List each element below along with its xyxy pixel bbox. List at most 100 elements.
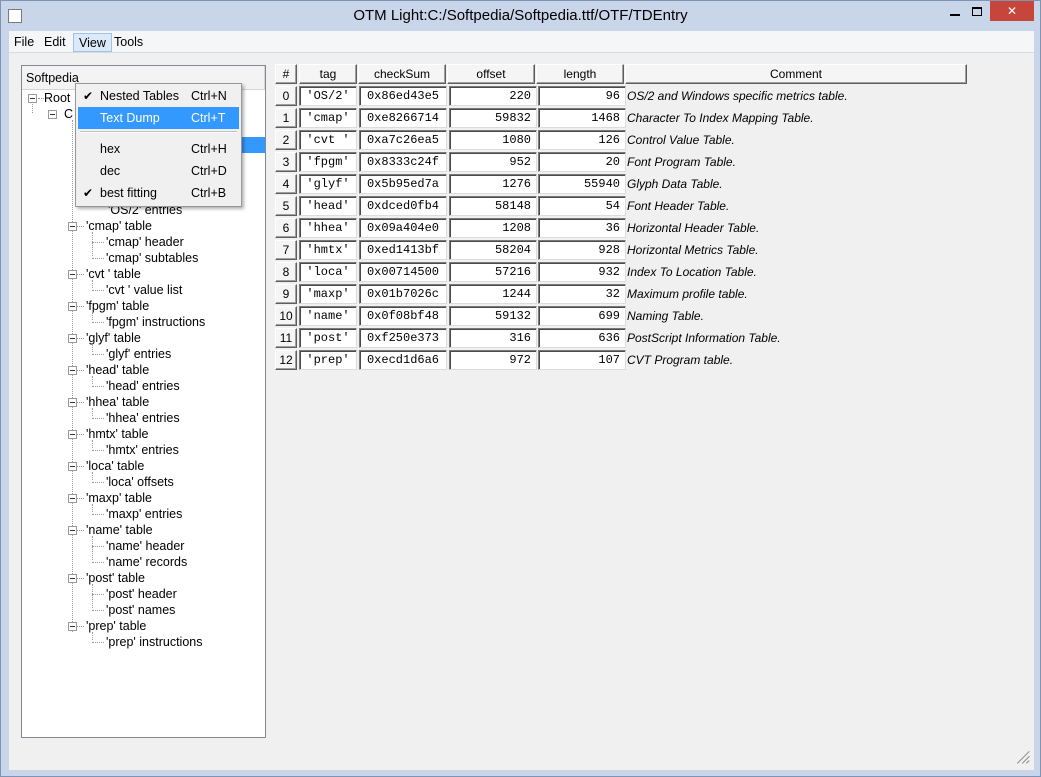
cell-length[interactable]: 932 (538, 262, 626, 282)
collapse-icon[interactable] (68, 302, 77, 311)
collapse-icon[interactable] (68, 398, 77, 407)
title-bar[interactable]: OTM Light:C:/Softpedia/Softpedia.ttf/OTF… (1, 1, 1040, 31)
cell-length[interactable]: 126 (538, 130, 626, 150)
tree-item-table[interactable]: 'maxp' table (86, 490, 152, 506)
cell-offset[interactable]: 972 (449, 350, 537, 370)
cell-tag[interactable]: 'glyf' (299, 174, 357, 194)
column-header-offset[interactable]: offset (447, 64, 535, 84)
tree-item-table[interactable]: 'name' table (86, 522, 153, 538)
cell-offset[interactable]: 220 (449, 86, 537, 106)
cell-checksum[interactable]: 0x0f08bf48 (359, 306, 447, 326)
row-header[interactable]: 2 (275, 130, 297, 150)
cell-checksum[interactable]: 0x86ed43e5 (359, 86, 447, 106)
tree-item-table[interactable]: 'head' table (86, 362, 149, 378)
menu-item-text-dump[interactable]: Text Dump Ctrl+T (78, 107, 239, 129)
cell-offset[interactable]: 57216 (449, 262, 537, 282)
tree-item-table[interactable]: 'cvt ' table (86, 266, 141, 282)
cell-checksum[interactable]: 0xecd1d6a6 (359, 350, 447, 370)
cell-checksum[interactable]: 0x5b95ed7a (359, 174, 447, 194)
cell-tag[interactable]: 'hmtx' (299, 240, 357, 260)
row-header[interactable]: 3 (275, 152, 297, 172)
tree-item-table[interactable]: 'fpgm' table (86, 298, 149, 314)
collapse-icon[interactable] (28, 94, 37, 103)
collapse-icon[interactable] (68, 526, 77, 535)
row-header[interactable]: 8 (275, 262, 297, 282)
row-header[interactable]: 10 (275, 306, 297, 326)
row-header[interactable]: 5 (275, 196, 297, 216)
tree-item-child[interactable]: 'post' names (106, 602, 175, 618)
tree-item-child[interactable]: 'maxp' entries (106, 506, 182, 522)
collapse-icon[interactable] (68, 222, 77, 231)
tree-item-child[interactable]: 'cvt ' value list (106, 282, 182, 298)
collapse-icon[interactable] (68, 494, 77, 503)
tree-item-child[interactable]: 'hmtx' entries (106, 442, 179, 458)
cell-offset[interactable]: 316 (449, 328, 537, 348)
cell-length[interactable]: 928 (538, 240, 626, 260)
collapse-icon[interactable] (68, 622, 77, 631)
row-header[interactable]: 7 (275, 240, 297, 260)
cell-offset[interactable]: 1080 (449, 130, 537, 150)
tree-item-table[interactable]: 'loca' table (86, 458, 144, 474)
row-header[interactable]: 1 (275, 108, 297, 128)
cell-checksum[interactable]: 0x00714500 (359, 262, 447, 282)
menu-item-best-fitting[interactable]: ✔ best fitting Ctrl+B (78, 182, 239, 204)
cell-checksum[interactable]: 0xdced0fb4 (359, 196, 447, 216)
tree-item-child[interactable]: 'fpgm' instructions (106, 314, 205, 330)
collapse-icon[interactable] (68, 270, 77, 279)
cell-tag[interactable]: 'post' (299, 328, 357, 348)
minimize-button[interactable] (945, 1, 965, 21)
cell-tag[interactable]: 'loca' (299, 262, 357, 282)
cell-tag[interactable]: 'maxp' (299, 284, 357, 304)
tree-item-child[interactable]: 'prep' instructions (106, 634, 202, 650)
column-header-comment[interactable]: Comment (625, 64, 967, 84)
column-header-tag[interactable]: tag (299, 64, 357, 84)
menu-item-hex[interactable]: hex Ctrl+H (78, 138, 239, 160)
cell-length[interactable]: 32 (538, 284, 626, 304)
menu-item-dec[interactable]: dec Ctrl+D (78, 160, 239, 182)
cell-checksum[interactable]: 0xa7c26ea5 (359, 130, 447, 150)
tree-item-table[interactable]: 'cmap' table (86, 218, 152, 234)
cell-length[interactable]: 55940 (538, 174, 626, 194)
cell-tag[interactable]: 'fpgm' (299, 152, 357, 172)
cell-length[interactable]: 36 (538, 218, 626, 238)
row-header[interactable]: 9 (275, 284, 297, 304)
collapse-icon[interactable] (68, 334, 77, 343)
cell-checksum[interactable]: 0x09a404e0 (359, 218, 447, 238)
cell-length[interactable]: 1468 (538, 108, 626, 128)
tree-item-table[interactable]: 'post' table (86, 570, 145, 586)
row-header[interactable]: 6 (275, 218, 297, 238)
tree-item-child[interactable]: 'cmap' subtables (106, 250, 198, 266)
tree-item-child[interactable]: 'glyf' entries (106, 346, 171, 362)
cell-offset[interactable]: 1244 (449, 284, 537, 304)
menu-tools[interactable]: Tools (109, 33, 148, 52)
cell-checksum[interactable]: 0xe8266714 (359, 108, 447, 128)
cell-tag[interactable]: 'name' (299, 306, 357, 326)
cell-checksum[interactable]: 0xed1413bf (359, 240, 447, 260)
cell-checksum[interactable]: 0xf250e373 (359, 328, 447, 348)
cell-checksum[interactable]: 0x8333c24f (359, 152, 447, 172)
cell-offset[interactable]: 1208 (449, 218, 537, 238)
cell-tag[interactable]: 'hhea' (299, 218, 357, 238)
cell-tag[interactable]: 'prep' (299, 350, 357, 370)
cell-length[interactable]: 107 (538, 350, 626, 370)
row-header[interactable]: 0 (275, 86, 297, 106)
collapse-icon[interactable] (68, 366, 77, 375)
tree-item-child[interactable]: 'cmap' header (106, 234, 184, 250)
tree-item-child[interactable]: 'head' entries (106, 378, 180, 394)
cell-offset[interactable]: 1276 (449, 174, 537, 194)
cell-offset[interactable]: 59832 (449, 108, 537, 128)
tree-item-root[interactable]: Root (44, 90, 70, 106)
column-header-num[interactable]: # (275, 64, 297, 84)
tree-item-table[interactable]: 'hhea' table (86, 394, 149, 410)
menu-item-nested-tables[interactable]: ✔ Nested Tables Ctrl+N (78, 85, 239, 107)
row-header[interactable]: 12 (275, 350, 297, 370)
cell-offset[interactable]: 952 (449, 152, 537, 172)
menu-view[interactable]: View (73, 33, 112, 52)
collapse-icon[interactable] (68, 574, 77, 583)
maximize-button[interactable] (967, 1, 987, 21)
close-button[interactable]: ✕ (990, 1, 1034, 21)
tree-item-table[interactable]: 'prep' table (86, 618, 146, 634)
collapse-icon[interactable] (68, 462, 77, 471)
column-header-length[interactable]: length (536, 64, 624, 84)
tree-item-child[interactable]: 'post' header (106, 586, 177, 602)
